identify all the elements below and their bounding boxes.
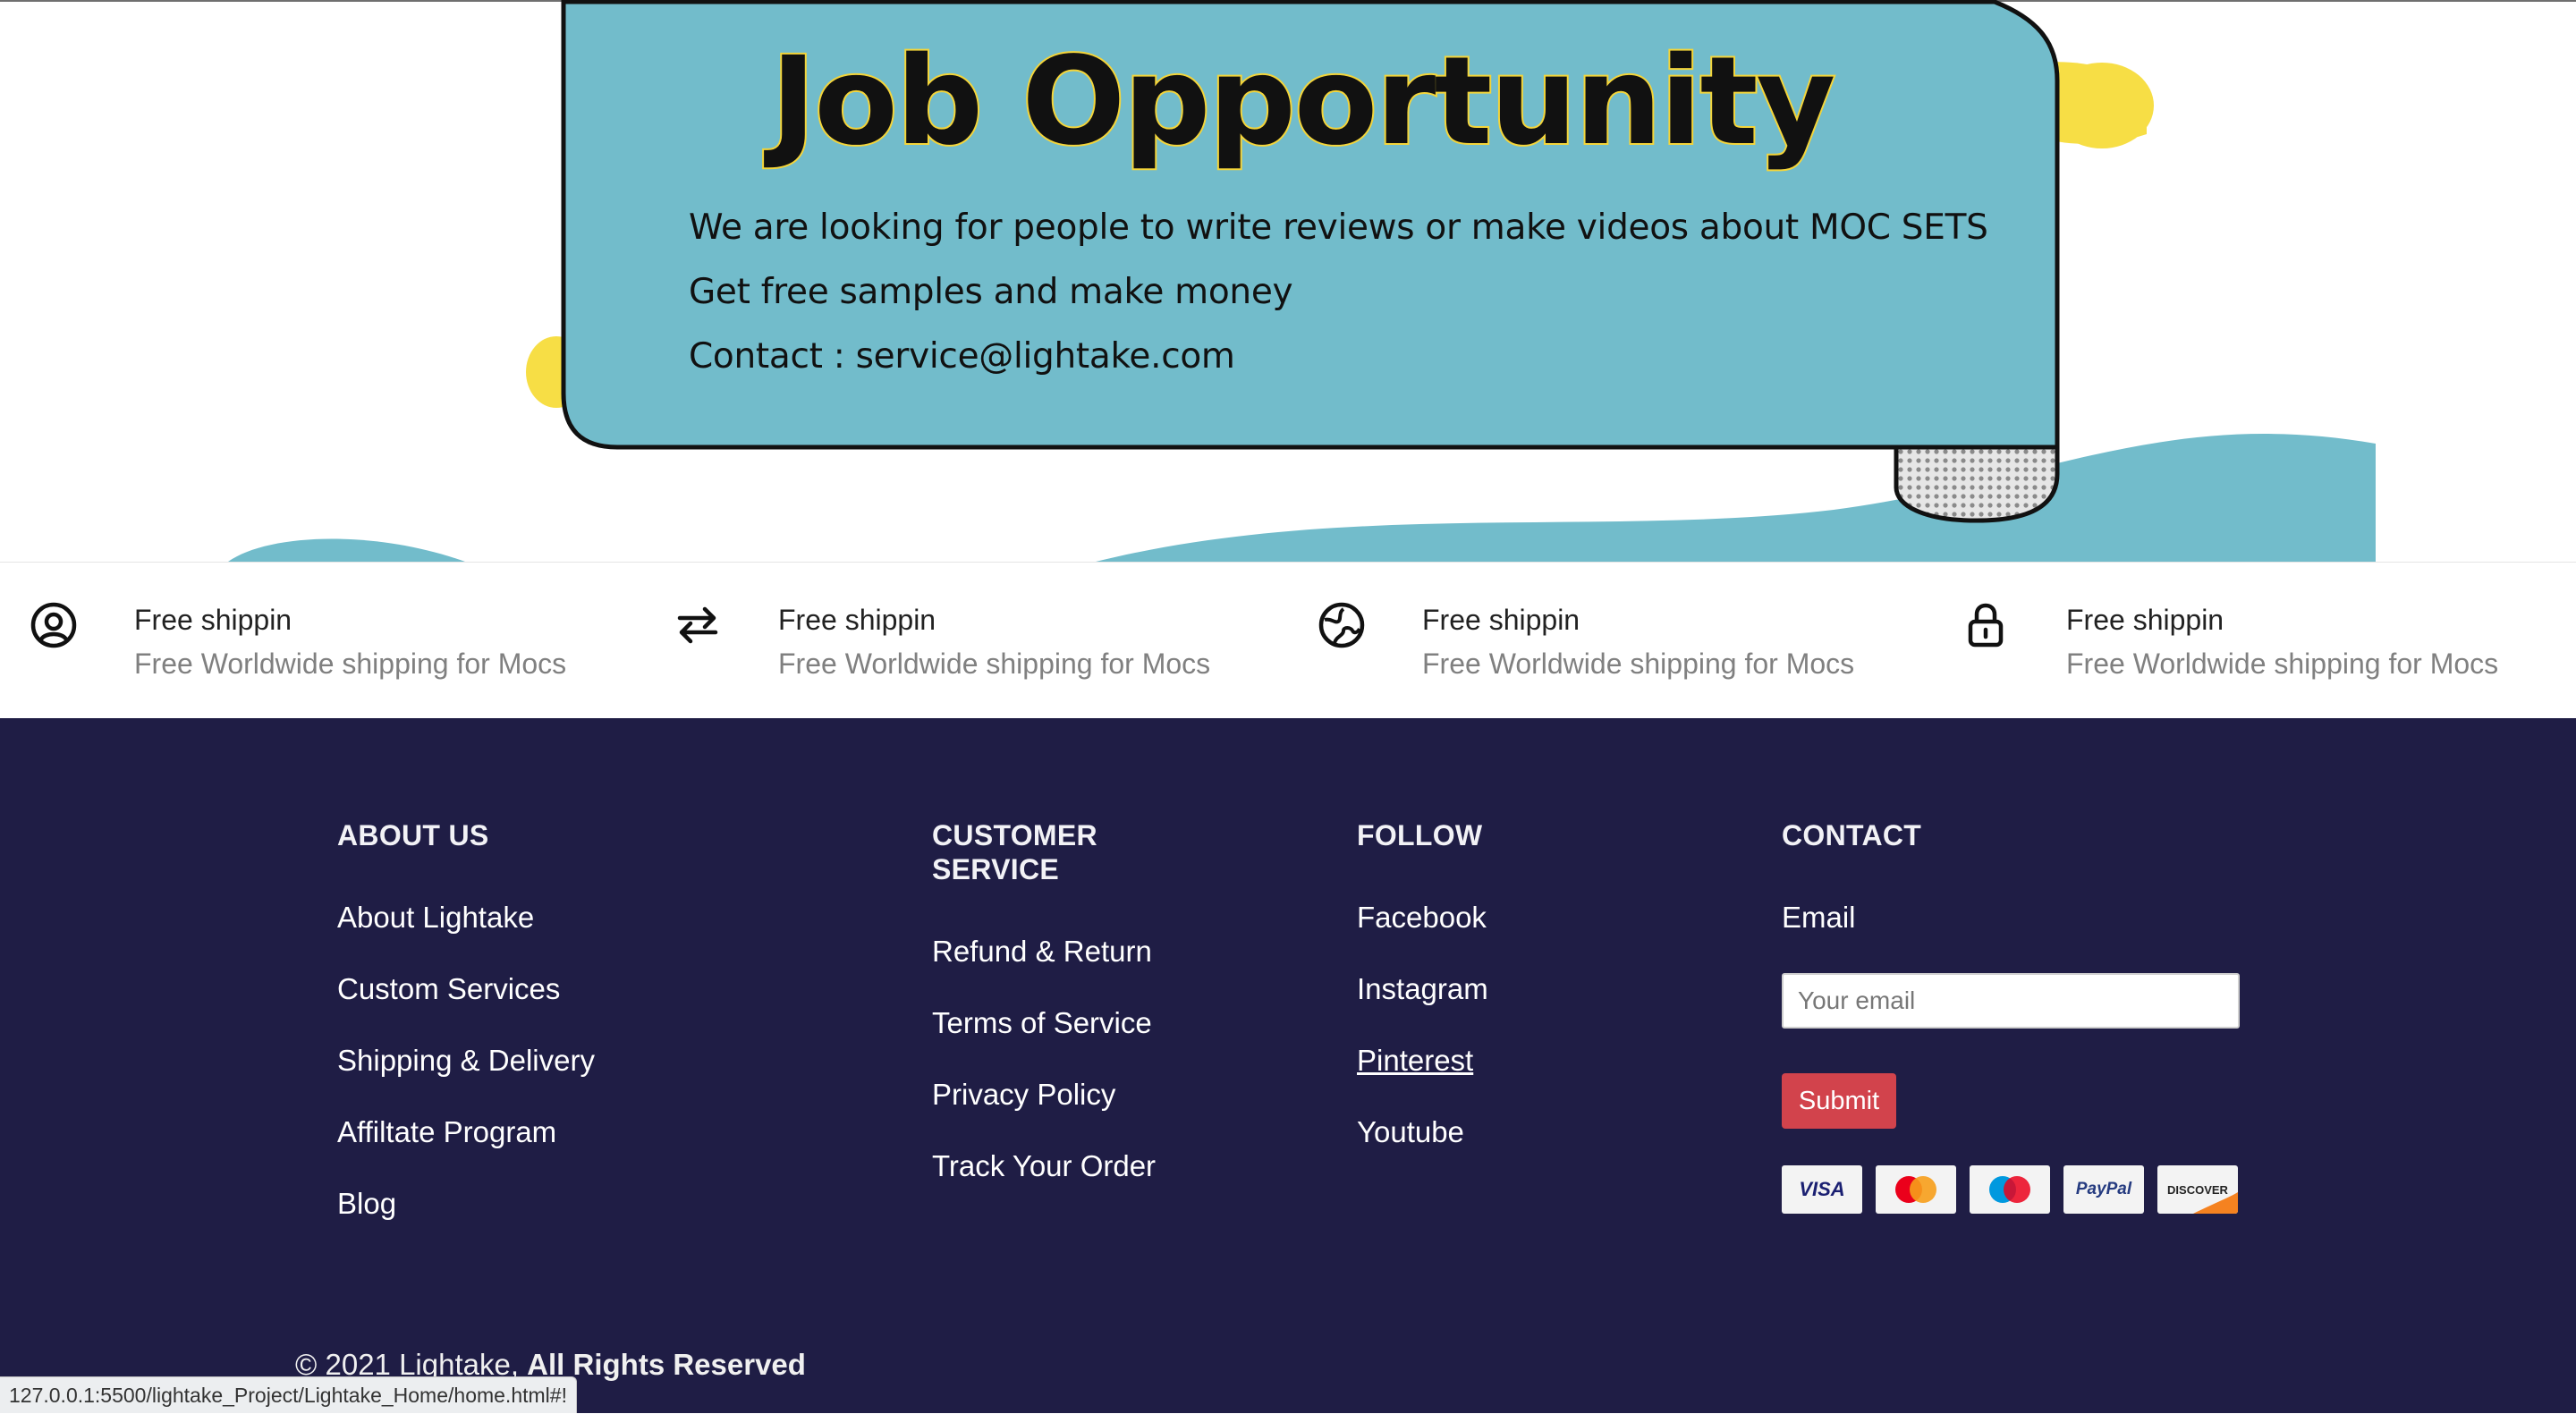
exchange-arrows-icon — [677, 606, 718, 644]
footer-link[interactable]: Blog — [337, 1186, 595, 1257]
banner-line-samples: Get free samples and make money — [689, 272, 1293, 312]
footer-link[interactable]: Custom Services — [337, 971, 595, 1043]
shipping-delivery-link[interactable]: Shipping & Delivery — [337, 1044, 595, 1077]
footer-link[interactable]: About Lightake — [337, 900, 595, 971]
footer-link[interactable]: Track Your Order — [932, 1148, 1156, 1220]
pinterest-link[interactable]: Pinterest — [1357, 1044, 1473, 1077]
email-label: Email — [1782, 901, 1856, 934]
follow-links: Facebook Instagram Pinterest Youtube — [1357, 900, 1488, 1186]
customer-service-links: Refund & Return Terms of Service Privacy… — [932, 934, 1156, 1220]
privacy-policy-link[interactable]: Privacy Policy — [932, 1078, 1115, 1111]
browser-status-bar: 127.0.0.1:5500/lightake_Project/Lightake… — [0, 1376, 577, 1413]
paypal-card-label: PayPal — [2075, 1180, 2132, 1198]
about-us-heading: ABOUT US — [337, 819, 489, 851]
paypal-card-icon: PayPal — [2063, 1165, 2144, 1214]
footer-link[interactable]: Shipping & Delivery — [337, 1043, 595, 1114]
feature-description: Free Worldwide shipping for Mocs — [1422, 648, 1855, 680]
banner-line-reviews: We are looking for people to write revie… — [689, 207, 1988, 248]
feature-description: Free Worldwide shipping for Mocs — [778, 648, 1211, 680]
feature-title: Free shippin — [1422, 604, 1580, 636]
feature-description: Free Worldwide shipping for Mocs — [134, 648, 567, 680]
facebook-link[interactable]: Facebook — [1357, 901, 1487, 934]
footer-link[interactable]: Terms of Service — [932, 1005, 1156, 1077]
maestro-card-icon — [1970, 1165, 2050, 1214]
email-input[interactable] — [1782, 973, 2240, 1029]
customer-service-heading-line2: SERVICE — [932, 853, 1060, 885]
visa-card-icon: VISA — [1782, 1165, 1862, 1214]
footer-link[interactable]: Facebook — [1357, 900, 1488, 971]
instagram-link[interactable]: Instagram — [1357, 972, 1488, 1005]
discover-card-label: DISCOVER — [2167, 1182, 2228, 1197]
feature-item: Free shippin Free Worldwide shipping for… — [1288, 563, 1932, 719]
banner-line-contact: Contact : service@lightake.com — [689, 336, 1235, 377]
footer-link[interactable]: Refund & Return — [932, 934, 1156, 1005]
terms-of-service-link[interactable]: Terms of Service — [932, 1006, 1152, 1039]
submit-button[interactable]: Submit — [1782, 1073, 1896, 1129]
customer-service-heading-line1: CUSTOMER — [932, 819, 1097, 851]
footer-link[interactable]: Privacy Policy — [932, 1077, 1156, 1148]
customer-service-column: CUSTOMER SERVICE Refund & Return Terms o… — [932, 818, 1156, 1220]
site-footer: ABOUT US About Lightake Custom Services … — [0, 718, 2576, 1413]
youtube-link[interactable]: Youtube — [1357, 1115, 1464, 1148]
discover-card-icon: DISCOVER — [2157, 1165, 2238, 1214]
feature-title: Free shippin — [134, 604, 292, 636]
feature-description: Free Worldwide shipping for Mocs — [2066, 648, 2499, 680]
job-opportunity-banner[interactable]: Job Opportunity We are looking for peopl… — [0, 0, 2576, 562]
feature-title: Free shippin — [2066, 604, 2224, 636]
about-us-column: ABOUT US About Lightake Custom Services … — [337, 818, 595, 1257]
footer-link[interactable]: Pinterest — [1357, 1043, 1488, 1114]
custom-services-link[interactable]: Custom Services — [337, 972, 560, 1005]
contact-heading: CONTACT — [1782, 819, 1922, 851]
maestro-logo — [1989, 1176, 2030, 1203]
follow-column: FOLLOW Facebook Instagram Pinterest Yout… — [1357, 818, 1488, 1186]
feature-item: Free shippin Free Worldwide shipping for… — [0, 563, 644, 719]
mastercard-logo — [1895, 1176, 1936, 1203]
payment-methods: VISA PayPal DISCOVER — [1782, 1165, 2238, 1214]
blog-link[interactable]: Blog — [337, 1187, 396, 1220]
banner-title: Job Opportunity — [769, 30, 1838, 174]
globe-icon — [1318, 602, 1365, 648]
visa-card-label: VISA — [1799, 1178, 1845, 1200]
customer-service-heading: CUSTOMER SERVICE — [932, 818, 1156, 886]
feature-title: Free shippin — [778, 604, 936, 636]
footer-link[interactable]: Instagram — [1357, 971, 1488, 1043]
footer-link[interactable]: Affiltate Program — [337, 1114, 595, 1186]
follow-heading: FOLLOW — [1357, 819, 1483, 851]
refund-return-link[interactable]: Refund & Return — [932, 935, 1152, 968]
about-lightake-link[interactable]: About Lightake — [337, 901, 534, 934]
lock-icon — [1968, 603, 2004, 648]
feature-item: Free shippin Free Worldwide shipping for… — [1932, 563, 2576, 719]
mastercard-card-icon — [1876, 1165, 1956, 1214]
footer-link[interactable]: Youtube — [1357, 1114, 1488, 1186]
track-order-link[interactable]: Track Your Order — [932, 1149, 1156, 1182]
about-us-links: About Lightake Custom Services Shipping … — [337, 900, 595, 1257]
features-strip: Free shippin Free Worldwide shipping for… — [0, 562, 2576, 719]
affiliate-program-link[interactable]: Affiltate Program — [337, 1115, 556, 1148]
user-circle-icon — [30, 602, 77, 648]
contact-column: CONTACT Email Submit — [1782, 818, 2240, 1129]
feature-item: Free shippin Free Worldwide shipping for… — [644, 563, 1288, 719]
